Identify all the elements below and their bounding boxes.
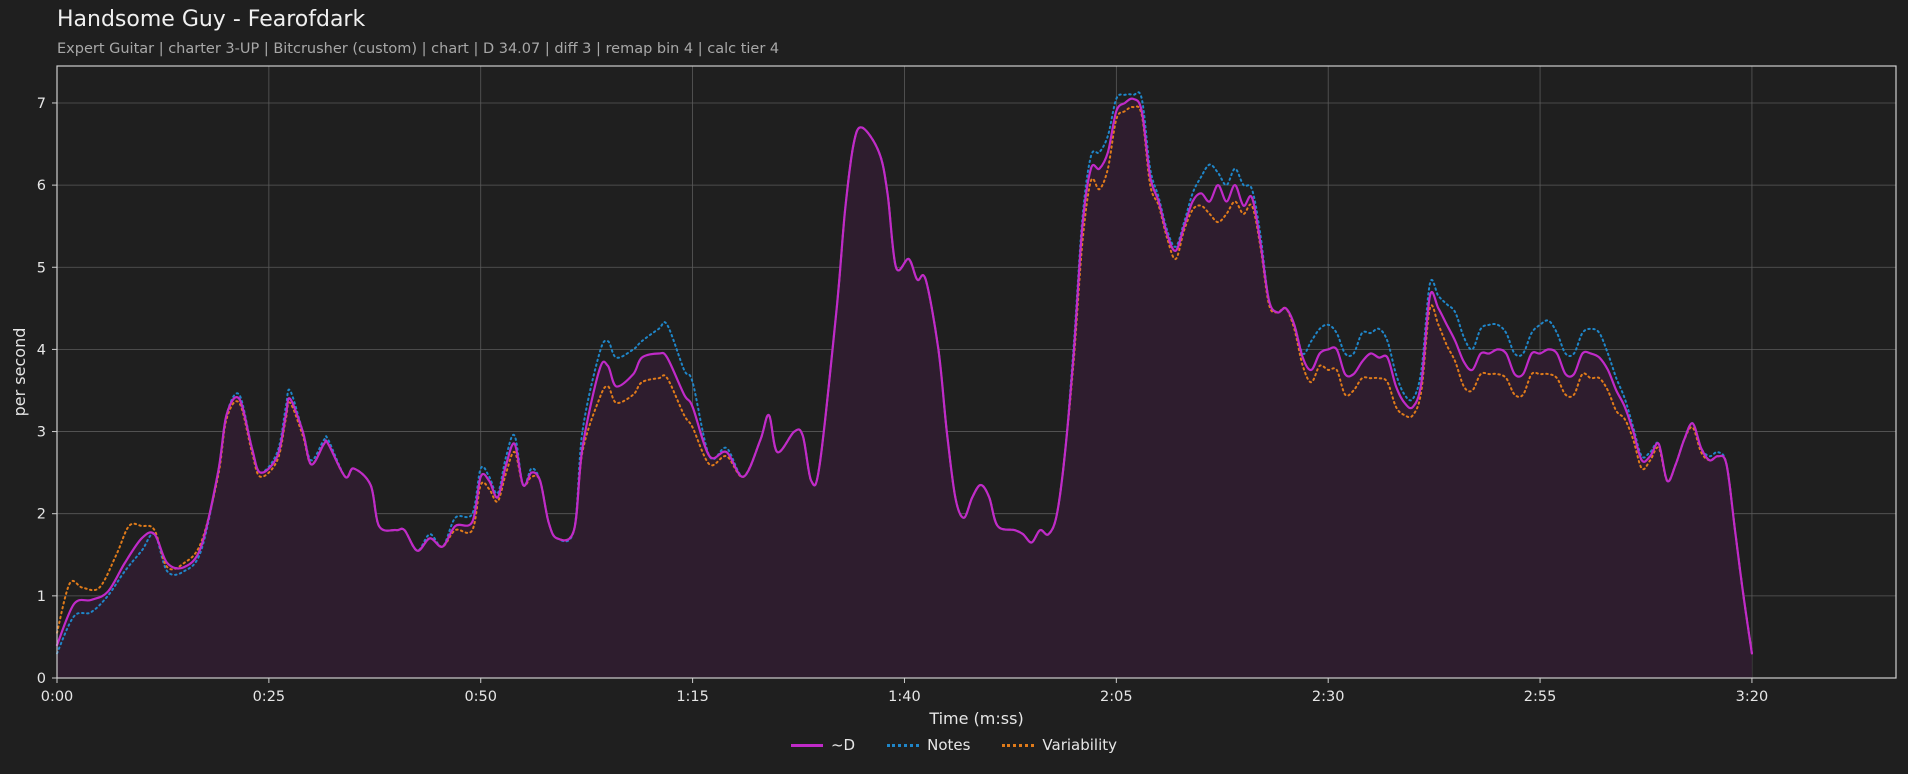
y-tick-label: 4 — [37, 342, 46, 358]
legend-swatch-notes — [887, 743, 920, 747]
x-tick-label: 2:05 — [1100, 689, 1133, 705]
y-axis-label: per second — [10, 328, 29, 417]
y-tick-label: 6 — [37, 178, 46, 194]
legend-item-d: ~D — [790, 736, 856, 754]
x-tick-label: 2:30 — [1312, 689, 1345, 705]
legend-label-d: ~D — [830, 736, 856, 754]
legend: ~D Notes Variability — [0, 736, 1908, 754]
legend-item-notes: Notes — [887, 736, 970, 754]
x-tick-label: 0:50 — [464, 689, 497, 705]
x-tick-label: 0:00 — [41, 689, 74, 705]
legend-label-variability: Variability — [1042, 736, 1118, 754]
legend-swatch-d — [790, 743, 823, 747]
line-chart: 0:00 0:25 0:50 1:15 1:40 2:05 2:30 2:55 3:20 0 1 2 3… — [10, 65, 1897, 728]
y-tick-label: 7 — [37, 96, 46, 112]
x-tick-label: 2:55 — [1524, 689, 1557, 705]
y-tick-label: 0 — [37, 671, 46, 687]
y-tick-label: 3 — [37, 425, 46, 441]
x-tick-label: 1:15 — [676, 689, 709, 705]
x-tick-label: 0:25 — [253, 689, 286, 705]
legend-swatch-variability — [1002, 743, 1035, 747]
x-tick-label: 1:40 — [888, 689, 921, 705]
x-axis-label: Time (m:ss) — [928, 709, 1023, 728]
legend-label-notes: Notes — [927, 736, 971, 754]
legend-item-variability: Variability — [1002, 736, 1117, 754]
y-tick-label: 5 — [37, 260, 46, 276]
y-tick-label: 1 — [37, 589, 46, 605]
x-tick-label: 3:20 — [1736, 689, 1769, 705]
y-tick-label: 2 — [37, 507, 46, 523]
